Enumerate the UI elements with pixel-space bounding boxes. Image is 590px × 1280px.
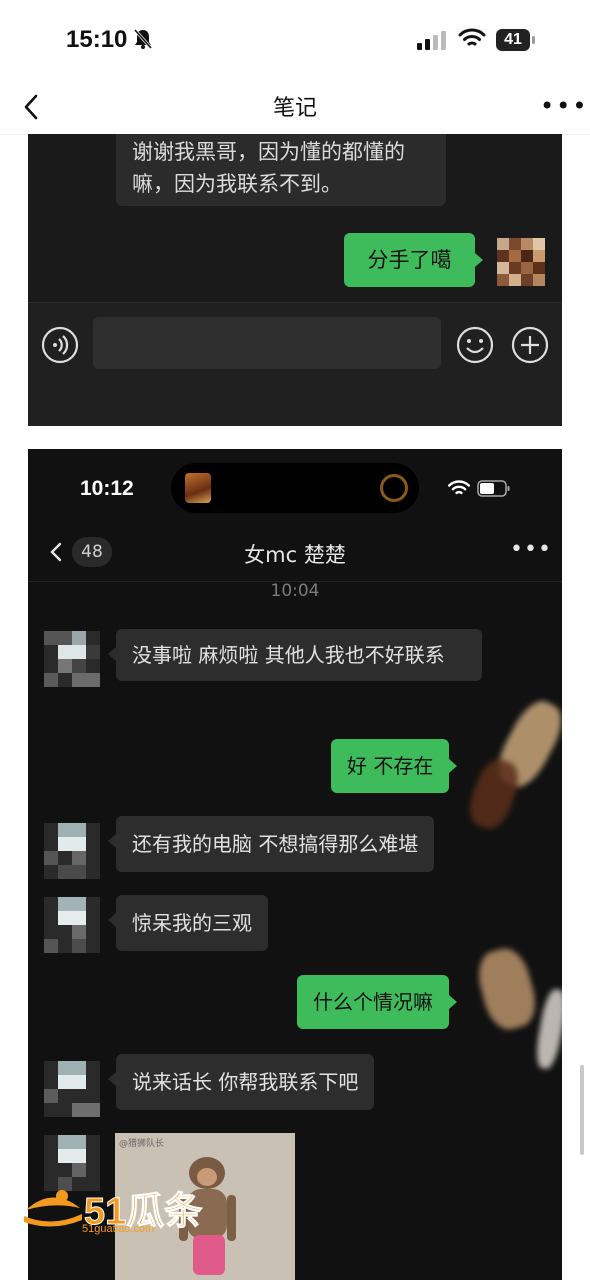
received-message: 惊呆我的三观 [108,895,268,951]
site-watermark: 51瓜条 51guatiao.com [22,1180,222,1240]
scrollbar[interactable] [580,1065,584,1155]
status-bar: 15:10 41 [0,0,590,80]
contact-avatar-pixelated [44,1061,100,1117]
blur-smear [472,943,542,1035]
cellular-signal-icon [417,31,446,50]
received-message: 还有我的电脑 不想搞得那么难堪 [107,816,435,872]
nav-bar: 笔记 ••• [0,80,590,135]
plus-icon[interactable] [511,326,549,364]
received-message: 谢谢我黑哥，因为懂的都懂的嘛，因为我联系不到。 [116,134,446,206]
inner-status-time: 10:12 [80,477,134,500]
received-message: 没事啦 麻烦啦 其他人我也不好联系 [108,629,482,681]
message-timestamp: 10:04 [270,581,320,601]
sent-message: 分手了噶 [344,233,475,287]
bell-muted-icon [133,29,153,49]
message-input[interactable] [93,317,441,369]
self-avatar-pixelated [497,238,545,286]
blur-smear [533,987,562,1071]
sent-message: 好 不存在 [331,739,458,793]
activity-ring-icon [380,474,408,502]
image-caption: @猎狮队长 [119,1139,165,1149]
chat-screenshot-1: 谢谢我黑哥，因为懂的都懂的嘛，因为我联系不到。 分手了噶 [28,134,562,426]
chat-input-bar [28,302,562,426]
contact-avatar-pixelated [44,823,100,879]
chat-title: 女mc 楚楚 [244,543,346,567]
watermark-logo-icon [24,1190,82,1227]
chat-header: 48 女mc 楚楚 ••• [28,525,562,582]
wifi-icon [458,28,486,46]
dynamic-island [171,463,419,513]
page-title: 笔记 [272,96,317,121]
voice-input-icon[interactable] [41,326,79,364]
status-time: 15:10 [66,26,128,53]
chat-screenshot-2: 10:12 48 女mc 楚楚 ••• 10:04 没事啦 麻烦啦 其他人我也不… [28,449,562,1280]
battery-icon: 41 [496,29,536,51]
watermark-url: 51guatiao.com [82,1223,155,1235]
received-message: 说来话长 你帮我联系下吧 [107,1054,375,1110]
inner-battery-icon [477,480,510,497]
chat-more-button[interactable]: ••• [510,537,552,562]
contact-avatar-pixelated [44,897,100,953]
inner-wifi-icon [447,480,471,495]
emoji-icon[interactable] [456,326,494,364]
contact-avatar-pixelated [44,631,100,687]
more-options-button[interactable]: ••• [540,92,588,120]
now-playing-thumbnail [185,473,211,503]
battery-level: 41 [496,29,530,51]
sent-message: 什么个情况嘛 [297,975,457,1029]
